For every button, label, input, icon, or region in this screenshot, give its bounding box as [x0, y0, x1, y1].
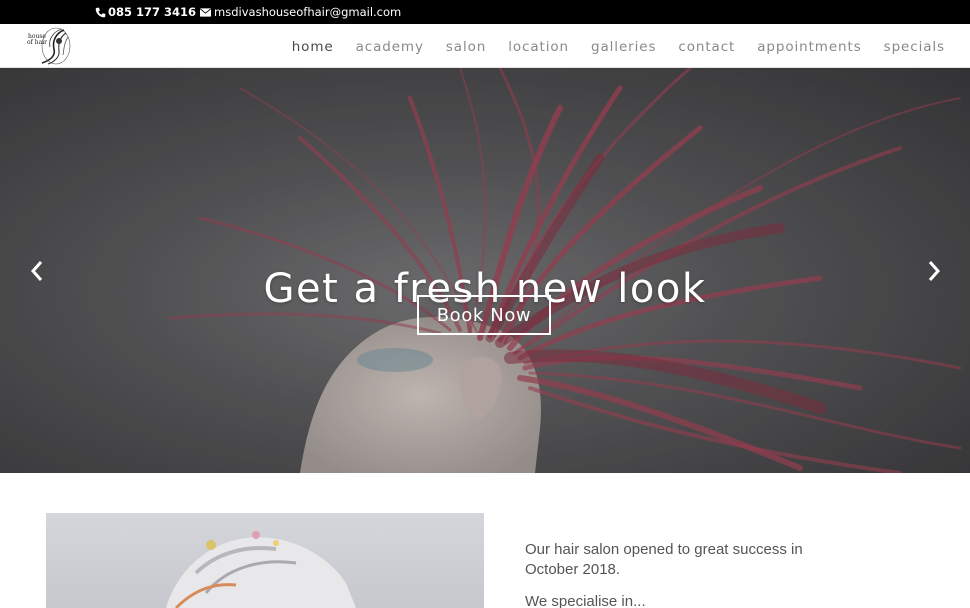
logo-text: house of hair	[27, 33, 47, 46]
slider-next-arrow-icon[interactable]	[924, 258, 944, 284]
nav-item-appointments[interactable]: appointments	[757, 39, 861, 55]
email-address[interactable]: msdivashouseofhair@gmail.com	[214, 5, 401, 19]
nav-item-academy[interactable]: academy	[356, 39, 424, 55]
main-nav: home academy salon location galleries co…	[270, 39, 945, 55]
nav-item-galleries[interactable]: galleries	[591, 39, 656, 55]
site-logo[interactable]: house of hair	[26, 27, 71, 65]
intro-paragraph: Our hair salon opened to great success i…	[525, 541, 803, 578]
contact-info: 085 177 3416 msdivashouseofhair@gmail.co…	[95, 5, 401, 19]
salon-photo	[46, 513, 484, 608]
nav-item-salon[interactable]: salon	[446, 39, 486, 55]
nav-item-home[interactable]: home	[292, 39, 334, 55]
hero-slider: Get a fresh new look Book Now	[0, 68, 970, 473]
nav-item-contact[interactable]: contact	[678, 39, 735, 55]
nav-item-specials[interactable]: specials	[884, 39, 945, 55]
phone-number[interactable]: 085 177 3416	[108, 5, 196, 19]
envelope-icon	[200, 7, 212, 17]
site-header: house of hair home academy salon locatio…	[0, 24, 970, 68]
slider-prev-arrow-icon[interactable]	[27, 258, 47, 284]
specialise-paragraph: We specialise in...	[525, 593, 646, 608]
nav-item-location[interactable]: location	[508, 39, 569, 55]
top-bar: 085 177 3416 msdivashouseofhair@gmail.co…	[0, 0, 970, 24]
phone-icon	[95, 7, 106, 18]
intro-text: Our hair salon opened to great success i…	[525, 540, 855, 608]
book-now-button[interactable]: Book Now	[417, 295, 551, 335]
